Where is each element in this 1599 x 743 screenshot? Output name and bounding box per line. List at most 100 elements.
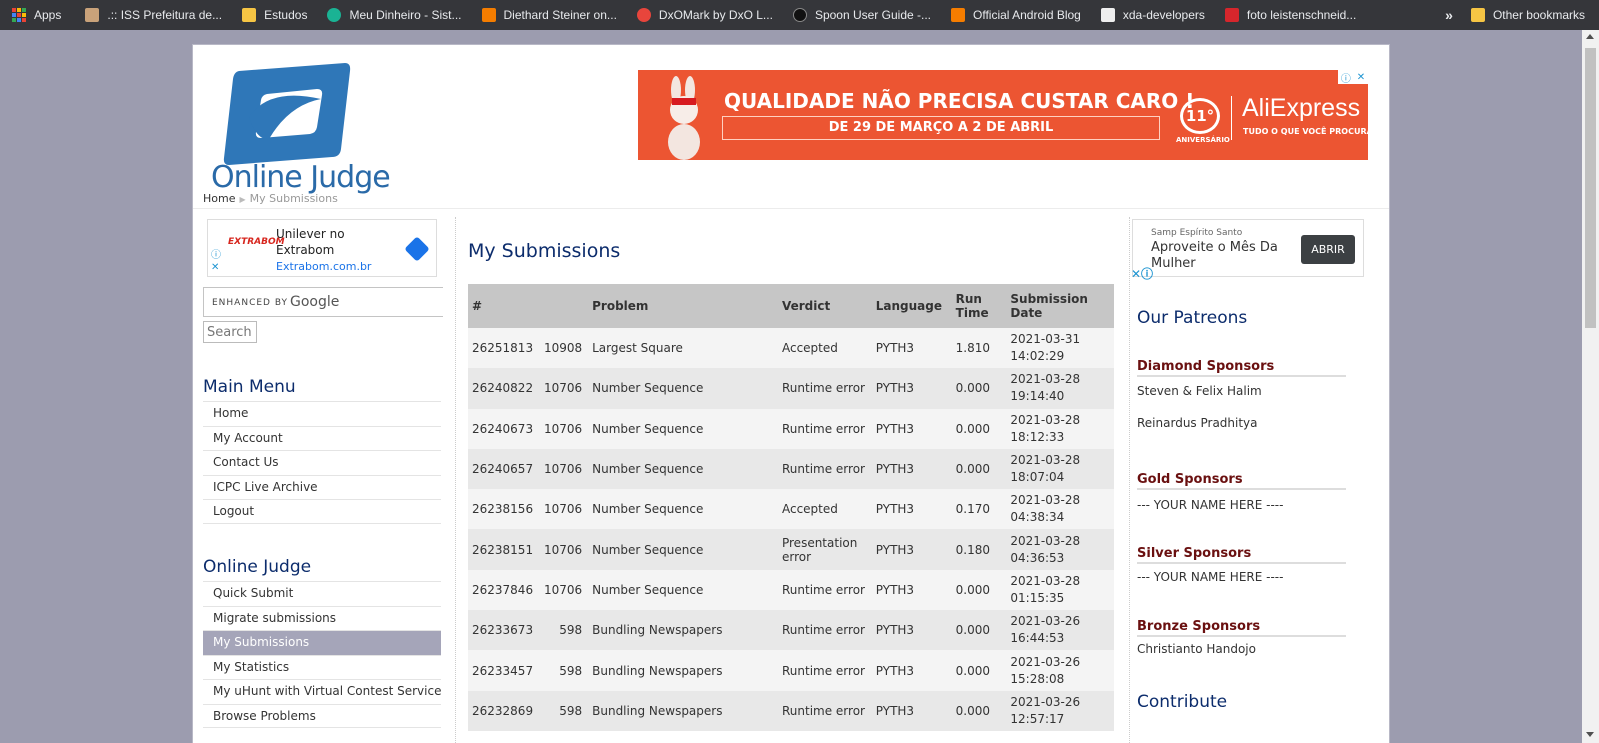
submission-date-time: 04:36:53 [1010,550,1065,565]
problem-id-link[interactable]: 598 [539,690,589,731]
bookmark-apps[interactable]: Apps [12,8,61,22]
xda-icon [1100,8,1115,22]
language: PYTH3 [871,489,952,530]
menu-item-browse-problems[interactable]: Browse Problems [203,703,441,728]
problem-id-link[interactable]: 10706 [539,489,589,530]
problem-name-link[interactable]: Number Sequence [588,489,778,530]
table-row: 26240657 10706 Number Sequence Runtime erro… [468,448,1114,490]
bookmark-xda[interactable]: xda-developers [1100,8,1205,22]
problem-name-link[interactable]: Number Sequence [588,569,778,611]
run-time: 0.000 [951,408,1007,449]
page-scrollbar[interactable] [1582,30,1599,743]
bookmark-label: Estudos [264,8,308,22]
directions-icon[interactable] [404,236,430,262]
problem-id-link[interactable]: 10706 [539,529,589,570]
bookmark-dxomark[interactable]: DxOMark by DxO L... [636,8,773,22]
menu-item-my-submissions[interactable]: My Submissions [203,630,441,655]
bookmark-diethard[interactable]: Diethard Steiner on... [481,8,617,22]
submission-date-time: 16:44:53 [1010,631,1065,646]
column-header-language: Language [871,284,952,328]
right-ad[interactable]: Samp Espírito Santo Aproveite o Mês Da M… [1131,219,1364,281]
search-button[interactable]: Search [203,321,257,343]
leaf-icon [327,8,342,22]
submission-date: 2021-03-26 15:28:08 [1006,650,1114,691]
submission-date-time: 12:57:17 [1010,711,1065,726]
bronze-sponsors-heading: Bronze Sponsors [1137,619,1346,637]
submission-date: 2021-03-26 12:57:17 [1006,690,1114,731]
submission-date-time: 15:28:08 [1010,671,1065,686]
problem-name-link[interactable]: Number Sequence [588,368,778,409]
bookmark-spoon[interactable]: Spoon User Guide -... [792,8,931,22]
bookmark-foto[interactable]: foto leistenschneid... [1224,8,1356,22]
run-time: 0.000 [951,569,1007,611]
problem-id-link[interactable]: 598 [539,650,589,691]
problem-id-link[interactable]: 10706 [539,448,589,490]
menu-item-uhunt[interactable]: My uHunt with Virtual Contest Service [203,679,441,704]
sponsor-name: Reinardus Pradhitya [1137,416,1258,430]
breadcrumb-home[interactable]: Home [203,192,235,205]
close-ad-icon[interactable]: ✕ⓘ [1131,265,1153,282]
menu-item-migrate-submissions[interactable]: Migrate submissions [203,605,441,631]
problem-id-link[interactable]: 10706 [539,569,589,611]
problem-id-link[interactable]: 10908 [539,328,589,369]
breadcrumb-current: My Submissions [249,192,338,205]
verdict: Runtime error [777,448,872,490]
problem-name-link[interactable]: Bundling Newspapers [588,610,778,651]
rabbit-mascot-icon [668,76,700,160]
submission-date-day: 2021-03-31 [1010,332,1081,347]
scroll-down-icon[interactable] [1586,732,1594,737]
ad-open-button[interactable]: ABRIR [1301,235,1355,264]
bookmark-label: DxOMark by DxO L... [658,8,773,22]
banner-subtitle: DE 29 DE MARÇO A 2 DE ABRIL [722,116,1160,140]
submission-id: 26237846 [468,569,540,611]
submission-date-time: 18:12:33 [1010,429,1065,444]
bookmark-meu-dinheiro[interactable]: Meu Dinheiro - Sist... [327,8,462,22]
adchoices-icon[interactable]: ⓘ ✕ [1338,70,1368,85]
submission-date-time: 19:14:40 [1010,389,1065,404]
submission-id: 26251813 [468,328,540,369]
bookmark-android-blog[interactable]: Official Android Blog [951,8,1081,22]
bookmark-estudos[interactable]: Estudos [242,8,307,22]
scrollbar-thumb[interactable] [1585,48,1596,328]
gold-sponsors-heading: Gold Sponsors [1137,472,1346,490]
problem-name-link[interactable]: Bundling Newspapers [588,690,778,731]
problem-id-link[interactable]: 598 [539,610,589,651]
column-header-problem: Problem [588,284,778,328]
menu-item-icpc-live-archive[interactable]: ICPC Live Archive [203,474,441,500]
extrabom-ad[interactable]: EXTRABOM Unilever no Extrabom Extrabom.c… [207,219,437,277]
problem-name-link[interactable]: Bundling Newspapers [588,650,778,691]
menu-item-logout[interactable]: Logout [203,499,441,524]
problem-id-link[interactable]: 10706 [539,368,589,409]
other-bookmarks[interactable]: Other bookmarks [1470,8,1585,22]
sponsor-name: --- YOUR NAME HERE ---- [1137,570,1284,584]
ad-title: Unilever no Extrabom [276,227,345,257]
menu-item-my-account[interactable]: My Account [203,425,441,451]
aliexpress-banner-ad[interactable]: QUALIDADE NÃO PRECISA CUSTAR CARO ! DE 2… [638,70,1368,160]
menu-item-my-statistics[interactable]: My Statistics [203,654,441,680]
language: PYTH3 [871,529,952,570]
column-header-pid [539,284,589,328]
submission-date-day: 2021-03-26 [1010,614,1081,629]
problem-name-link[interactable]: Number Sequence [588,448,778,490]
submission-date: 2021-03-28 04:38:34 [1006,489,1114,530]
adchoices-icon[interactable]: ⓘ ✕ [211,250,221,274]
search-input[interactable]: ENHANCED BY Google [203,287,443,317]
language: PYTH3 [871,448,952,490]
menu-item-quick-submit[interactable]: Quick Submit [203,581,441,606]
menu-item-contact-us[interactable]: Contact Us [203,450,441,475]
scroll-up-icon[interactable] [1586,34,1594,39]
problem-name-link[interactable]: Largest Square [588,328,778,369]
bookmark-iss[interactable]: .:: ISS Prefeitura de... [85,8,222,22]
submissions-table-body: 26251813 10908 Largest Square Accepted PYTH3… [468,328,1114,731]
problem-name-link[interactable]: Number Sequence [588,408,778,449]
menu-item-home[interactable]: Home [203,401,441,426]
silver-sponsors-heading: Silver Sponsors [1137,546,1346,564]
table-row: 26251813 10908 Largest Square Accepted PYTH3… [468,328,1114,369]
apps-grid-icon [12,8,26,22]
problem-id-link[interactable]: 10706 [539,408,589,449]
submission-id: 26240673 [468,408,540,449]
submission-date-time: 18:07:04 [1010,470,1065,485]
bookmarks-overflow-button[interactable]: » [1445,7,1453,23]
submission-date: 2021-03-28 19:14:40 [1006,368,1114,409]
problem-name-link[interactable]: Number Sequence [588,529,778,570]
